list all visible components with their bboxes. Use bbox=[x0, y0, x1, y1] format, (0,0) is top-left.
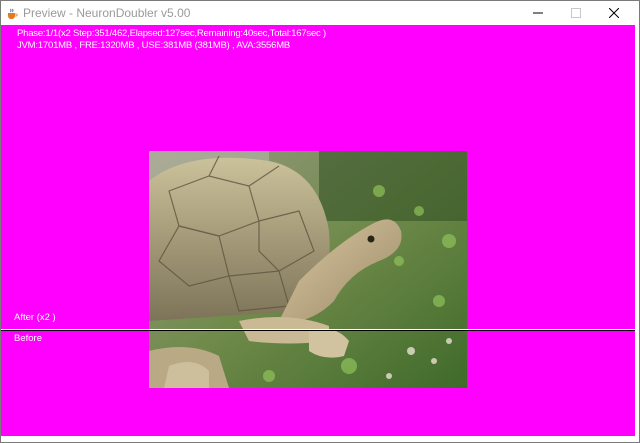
split-divider-dark bbox=[1, 330, 635, 331]
before-label: Before bbox=[14, 333, 42, 344]
maximize-icon bbox=[571, 8, 581, 18]
preview-window: Preview - NeuronDoubler v5.00 Phase:1/1(… bbox=[0, 0, 640, 443]
phase-status-text: Phase:1/1(x2 Step:351/462,Elapsed:127sec… bbox=[17, 28, 327, 39]
preview-image bbox=[149, 151, 467, 388]
minimize-icon bbox=[533, 12, 543, 14]
title-bar[interactable]: Preview - NeuronDoubler v5.00 bbox=[1, 1, 639, 25]
java-cup-icon bbox=[6, 7, 18, 19]
after-label: After (x2 ) bbox=[14, 312, 56, 323]
preview-canvas: Phase:1/1(x2 Step:351/462,Elapsed:127sec… bbox=[1, 25, 635, 436]
window-title: Preview - NeuronDoubler v5.00 bbox=[23, 6, 191, 20]
close-button[interactable] bbox=[597, 1, 631, 25]
close-icon bbox=[609, 8, 619, 18]
minimize-button[interactable] bbox=[521, 1, 555, 25]
memory-status-text: JVM:1701MB , FRE:1320MB , USE:381MB (381… bbox=[17, 40, 291, 51]
maximize-button[interactable] bbox=[559, 1, 593, 25]
